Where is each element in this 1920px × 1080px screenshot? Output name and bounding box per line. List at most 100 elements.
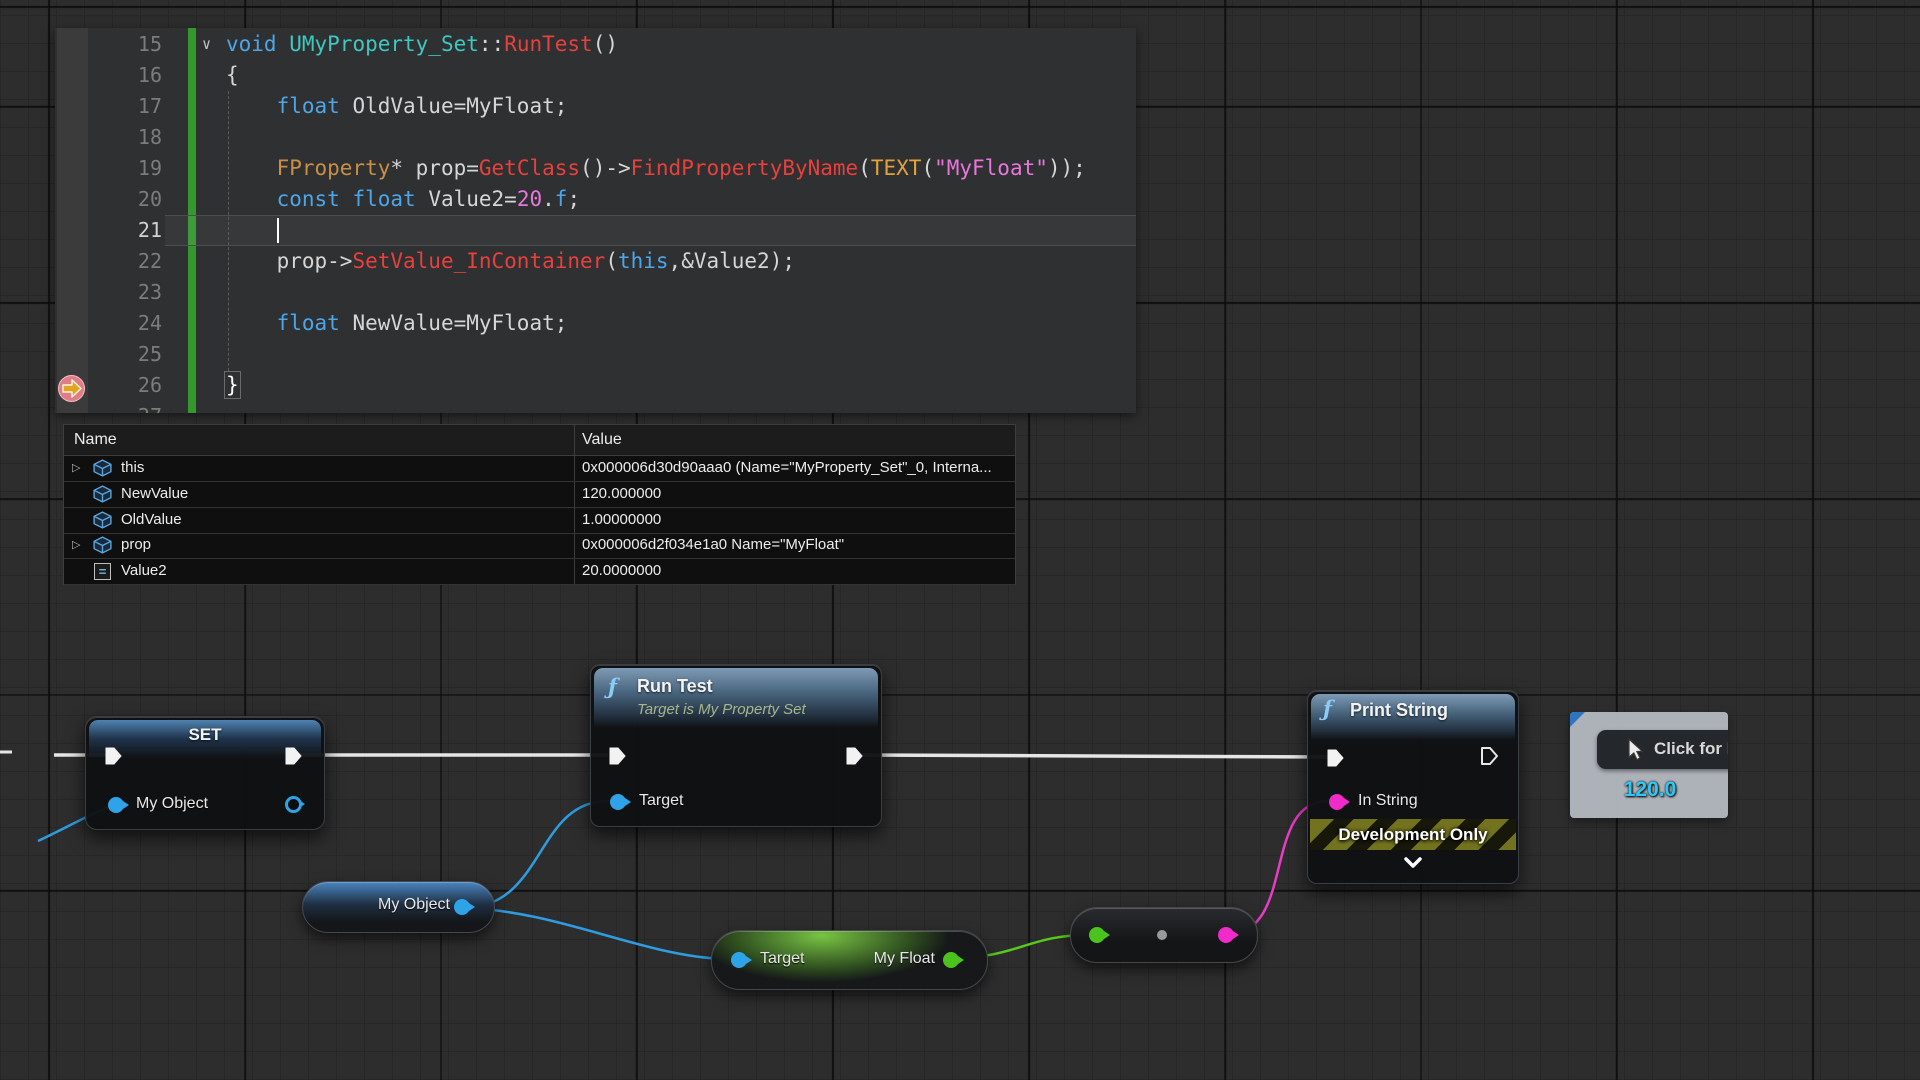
- execution-pointer-icon[interactable]: [58, 375, 85, 402]
- watch-row-this[interactable]: ▷ this 0x000006d30d90aaa0 (Name="MyPropert…: [64, 455, 1015, 482]
- target-label: Target: [760, 950, 804, 968]
- watch-name: NewValue: [121, 481, 188, 507]
- to-string-conversion-node[interactable]: [1070, 907, 1258, 963]
- code-token: (): [593, 32, 618, 56]
- name-column-header[interactable]: Name: [74, 425, 117, 455]
- in-string-pin[interactable]: [1329, 794, 1345, 810]
- object-box-icon: [92, 536, 113, 559]
- my-object-input-pin[interactable]: [108, 797, 124, 813]
- code-line[interactable]: 18: [55, 122, 1136, 153]
- line-number[interactable]: 22: [112, 246, 162, 277]
- code-line[interactable]: 26}: [55, 370, 1136, 401]
- exec-out-pin[interactable]: [845, 746, 865, 766]
- run-test-node[interactable]: ƒ Run Test Target is My Property Set Tar…: [590, 664, 882, 827]
- debug-value-bubble[interactable]: Click for M 120.0: [1570, 712, 1728, 818]
- line-number[interactable]: 24: [112, 308, 162, 339]
- run-test-title: Run Test: [637, 676, 713, 697]
- code-token: float: [277, 311, 340, 335]
- click-for-more-button[interactable]: Click for M: [1597, 730, 1728, 769]
- code-token: ,&Value2);: [669, 249, 795, 273]
- code-line[interactable]: 15 ∨ void UMyProperty_Set::RunTest(): [55, 29, 1136, 60]
- code-line[interactable]: 25: [55, 339, 1136, 370]
- print-string-node[interactable]: ƒ Print String In String Development Onl…: [1307, 690, 1519, 884]
- code-text: prop->SetValue_InContainer(this,&Value2)…: [226, 246, 795, 277]
- code-token: f: [555, 187, 568, 211]
- watch-header-row: [64, 425, 1015, 456]
- code-line[interactable]: 24 float NewValue=MyFloat;: [55, 308, 1136, 339]
- code-line[interactable]: 19 FProperty* prop=GetClass()->FindPrope…: [55, 153, 1136, 184]
- code-line[interactable]: 17 float OldValue=MyFloat;: [55, 91, 1136, 122]
- code-text: void UMyProperty_Set::RunTest(): [226, 29, 618, 60]
- function-icon: ƒ: [1323, 696, 1332, 721]
- code-token: [226, 156, 277, 180]
- code-token: }: [226, 373, 239, 397]
- my-float-label: My Float: [874, 950, 935, 968]
- code-line[interactable]: 20 const float Value2=20.f;: [55, 184, 1136, 215]
- code-token: (: [858, 156, 871, 180]
- watch-name: this: [121, 455, 144, 481]
- watch-row-Value2[interactable]: =Value220.0000000: [64, 558, 1015, 585]
- code-token: TEXT: [871, 156, 922, 180]
- string-output-pin[interactable]: [1218, 927, 1234, 943]
- line-number[interactable]: 16: [112, 60, 162, 91]
- code-text: }: [226, 370, 239, 401]
- code-token: ()->: [580, 156, 631, 180]
- exec-in-pin[interactable]: [608, 746, 628, 766]
- code-line[interactable]: 21: [55, 215, 1136, 246]
- my-object-variable-output-pin[interactable]: [454, 899, 470, 915]
- code-line[interactable]: 27: [55, 401, 1136, 413]
- my-object-variable-label: My Object: [378, 896, 450, 914]
- line-number[interactable]: 19: [112, 153, 162, 184]
- line-number[interactable]: 18: [112, 122, 162, 153]
- exec-in-pin[interactable]: [104, 746, 124, 766]
- exec-in-pin[interactable]: [1326, 748, 1346, 768]
- line-number[interactable]: 26: [112, 370, 162, 401]
- float-input-pin[interactable]: [1089, 927, 1105, 943]
- line-number[interactable]: 20: [112, 184, 162, 215]
- fold-chevron-icon[interactable]: ∨: [202, 29, 211, 60]
- exec-out-pin[interactable]: [284, 746, 304, 766]
- my-object-variable-node[interactable]: My Object: [302, 881, 495, 933]
- line-number[interactable]: 25: [112, 339, 162, 370]
- line-number[interactable]: 23: [112, 277, 162, 308]
- watch-value: 1.00000000: [582, 507, 661, 533]
- target-pin[interactable]: [610, 794, 626, 810]
- my-object-output-pin[interactable]: [285, 796, 302, 813]
- code-line[interactable]: 22 prop->SetValue_InContainer(this,&Valu…: [55, 246, 1136, 277]
- watch-name: prop: [121, 532, 151, 558]
- value-column-header[interactable]: Value: [582, 425, 622, 455]
- bubble-corner-icon: [1570, 712, 1585, 727]
- code-token: [226, 187, 277, 211]
- expand-arrow-icon[interactable]: ▷: [72, 532, 80, 558]
- code-token: [226, 311, 277, 335]
- watch-row-NewValue[interactable]: NewValue120.000000: [64, 481, 1015, 508]
- code-token: NewValue=MyFloat;: [340, 311, 568, 335]
- code-editor[interactable]: 15 ∨ void UMyProperty_Set::RunTest()16 {17 …: [55, 28, 1136, 413]
- watch-table[interactable]: Name Value ▷ this 0x000006d30d90aaa0 (Name…: [63, 424, 1016, 585]
- chevron-down-icon[interactable]: [1403, 857, 1423, 869]
- object-box-icon: [92, 459, 113, 482]
- code-token: this: [618, 249, 669, 273]
- line-number[interactable]: 27: [112, 401, 162, 413]
- watch-row-OldValue[interactable]: OldValue1.00000000: [64, 507, 1015, 534]
- code-text: {: [226, 60, 239, 91]
- run-test-subtitle: Target is My Property Set: [637, 701, 806, 718]
- my-float-output-pin[interactable]: [943, 952, 959, 968]
- target-pin[interactable]: [731, 952, 747, 968]
- set-node[interactable]: SET My Object: [85, 716, 325, 830]
- code-line[interactable]: 23: [55, 277, 1136, 308]
- expand-arrow-icon[interactable]: ▷: [72, 455, 80, 481]
- watch-row-prop[interactable]: ▷ prop 0x000006d2f034e1a0 Name="MyFloat": [64, 532, 1015, 559]
- get-my-float-node[interactable]: Target My Float: [711, 930, 988, 990]
- watch-value: 0x000006d2f034e1a0 Name="MyFloat": [582, 532, 844, 558]
- code-line[interactable]: 16 {: [55, 60, 1136, 91]
- code-token: FindPropertyByName: [631, 156, 859, 180]
- cursor-icon: [1625, 738, 1645, 762]
- line-number[interactable]: 21: [112, 215, 162, 246]
- exec-out-pin[interactable]: [1480, 746, 1500, 766]
- debug-value-text: 120.0: [1600, 778, 1700, 802]
- watch-value: 0x000006d30d90aaa0 (Name="MyProperty_Set…: [582, 455, 992, 481]
- line-number[interactable]: 17: [112, 91, 162, 122]
- line-number[interactable]: 15: [112, 29, 162, 60]
- in-string-label: In String: [1358, 792, 1418, 810]
